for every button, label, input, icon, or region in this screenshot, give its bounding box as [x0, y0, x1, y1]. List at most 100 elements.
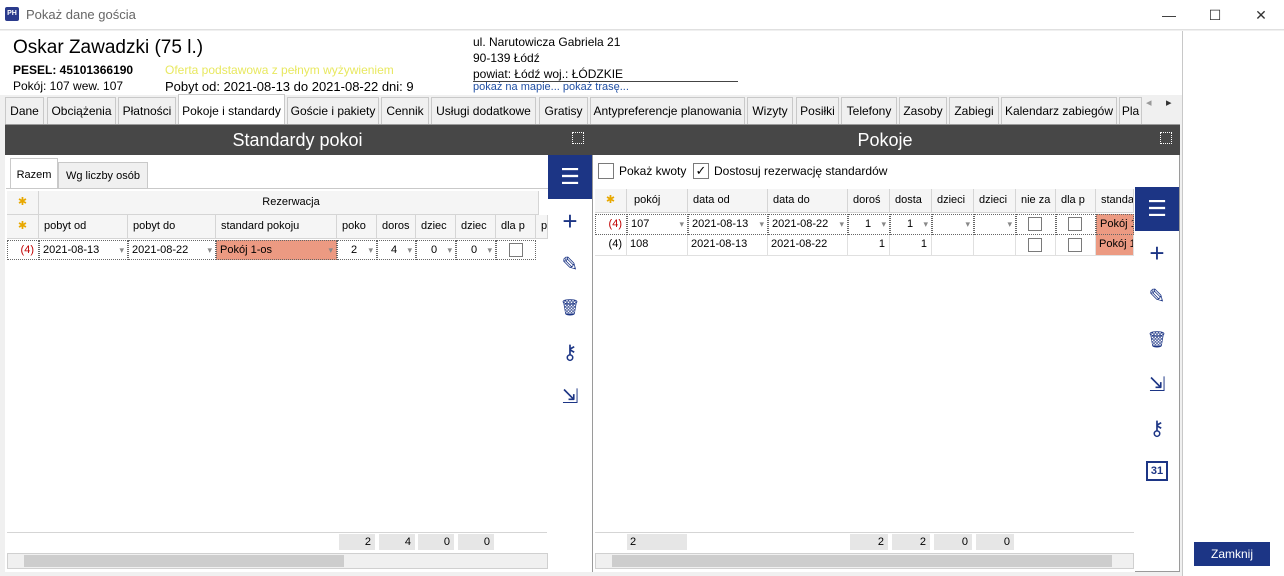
col-dzieci-2[interactable]: dziec [456, 215, 496, 239]
r1-data-od[interactable]: 2021-08-13 [688, 214, 768, 235]
calendar-icon[interactable]: 31 [1146, 461, 1168, 481]
right-edit-icon[interactable]: ✎ [1142, 285, 1172, 309]
dostosuj-checkbox[interactable]: ✓ [693, 163, 709, 179]
cell-dzieci-1-text: 0 [431, 244, 438, 256]
r1-dzieci-1[interactable] [932, 214, 974, 235]
col-dzieci-1[interactable]: dziec [416, 215, 456, 239]
tab-wizyty[interactable]: Wizyty [747, 97, 793, 124]
col-dla-p[interactable]: dla p [496, 215, 536, 239]
r1-dosta[interactable]: 1 [890, 214, 932, 235]
r2-nie-za-checkbox[interactable] [1028, 238, 1042, 252]
pokaz-kwoty-label: Pokaż kwoty [619, 164, 687, 178]
r2-data-od[interactable]: 2021-08-13 [688, 235, 768, 256]
tab-kalendarz-zabiegow[interactable]: Kalendarz zabiegów [1001, 97, 1117, 124]
cell-dzieci-1[interactable]: 0 [416, 240, 456, 260]
r2-pokoj-text: 108 [630, 238, 649, 250]
person-key-icon[interactable]: ⚷ [555, 341, 585, 365]
col-data-od[interactable]: data od [688, 189, 768, 213]
right-delete-icon[interactable]: 🗑 [1142, 329, 1172, 353]
col-data-do[interactable]: data do [768, 189, 848, 213]
tab-goscie-i-pakiety[interactable]: Goście i pakiety [287, 97, 379, 124]
tab-pla[interactable]: Pla [1119, 97, 1142, 124]
r2-dosta[interactable]: 1 [890, 235, 932, 256]
col-standard-pokoju[interactable]: standard pokoju [216, 215, 337, 239]
r2-dzieci-2[interactable] [974, 235, 1016, 256]
expand-left-icon[interactable] [572, 132, 584, 144]
tab-posilki[interactable]: Posiłki [796, 97, 839, 124]
r1-dla-p-checkbox[interactable] [1068, 217, 1082, 231]
r1-dzieci-2[interactable] [974, 214, 1016, 235]
tab-zabiegi[interactable]: Zabiegi [949, 97, 999, 124]
cell-dorosli[interactable]: 4 [377, 240, 416, 260]
tab-dane[interactable]: Dane [5, 97, 44, 124]
col-standard[interactable]: standa [1096, 189, 1134, 213]
col-pobyt-od[interactable]: pobyt od [39, 215, 128, 239]
pokaz-kwoty-checkbox[interactable] [598, 163, 614, 179]
cell-pobyt-do[interactable]: 2021-08-22 [128, 240, 216, 260]
tab-next-icon[interactable]: ▸ [1166, 96, 1172, 109]
minimize-button[interactable]: — [1146, 0, 1192, 30]
edit-icon[interactable]: ✎ [555, 253, 585, 277]
delete-icon[interactable]: 🗑 [555, 297, 585, 321]
add-icon[interactable]: + [555, 208, 585, 234]
r1-data-do[interactable]: 2021-08-22 [768, 214, 848, 235]
import-icon[interactable]: ⇲ [555, 385, 585, 409]
right-add-icon[interactable]: + [1142, 240, 1172, 266]
col-pobyt-do[interactable]: pobyt do [128, 215, 216, 239]
cell-standard-pokoju[interactable]: Pokój 1-os [216, 240, 337, 260]
right-menu-icon[interactable]: ☰ [1135, 187, 1179, 231]
col-p[interactable]: p [536, 215, 548, 239]
col-pokoj[interactable]: pokój [627, 189, 688, 213]
cell-pokoje[interactable]: 2 [337, 240, 377, 260]
tab-gratisy[interactable]: Gratisy [539, 97, 588, 124]
tab-pokoje-i-standardy[interactable]: Pokoje i standardy [178, 94, 285, 125]
cell-pobyt-od-text: 2021-08-13 [43, 244, 100, 256]
r1-pokoj[interactable]: 107 [627, 214, 688, 235]
map-links[interactable]: pokaż na mapie... pokaż trasę... [473, 81, 629, 93]
close-button[interactable]: Zamknij [1194, 542, 1270, 566]
col-pokoje[interactable]: poko [337, 215, 377, 239]
cell-dzieci-2[interactable]: 0 [456, 240, 496, 260]
tab-zasoby[interactable]: Zasoby [899, 97, 947, 124]
tab-antypreferencje[interactable]: Antypreferencje planowania [590, 97, 745, 124]
col-dosta[interactable]: dosta [890, 189, 932, 213]
right-import-icon[interactable]: ⇲ [1142, 373, 1172, 397]
checkbox-dla-p[interactable] [509, 243, 523, 257]
r2-standard[interactable]: Pokój 1 [1096, 235, 1134, 256]
total-pokoje: 2 [339, 534, 375, 550]
r2-pokoj[interactable]: 108 [627, 235, 688, 256]
expand-right-icon[interactable] [1160, 132, 1172, 144]
tab-prev-icon[interactable]: ◂ [1146, 96, 1152, 109]
pokoje-title: Pokoje [590, 125, 1180, 155]
right-hscroll-thumb[interactable] [612, 555, 1112, 567]
r2-dla-p-checkbox[interactable] [1068, 238, 1082, 252]
r1-standard[interactable]: Pokój 1 [1096, 214, 1134, 235]
r1-doros[interactable]: 1 [848, 214, 890, 235]
tab-obciazenia[interactable]: Obciążenia [47, 97, 116, 124]
maximize-button[interactable]: ☐ [1192, 0, 1238, 30]
app-icon: PH [5, 7, 19, 21]
col-r-dla-p[interactable]: dla p [1056, 189, 1096, 213]
right-person-key-icon[interactable]: ⚷ [1142, 417, 1172, 441]
subtab-razem[interactable]: Razem [10, 158, 58, 188]
tab-cennik[interactable]: Cennik [381, 97, 429, 124]
r2-data-do[interactable]: 2021-08-22 [768, 235, 848, 256]
col-r-dzieci-2[interactable]: dzieci [974, 189, 1016, 213]
cell-pobyt-od[interactable]: 2021-08-13 [39, 240, 128, 260]
left-menu-icon[interactable]: ☰ [548, 155, 592, 199]
left-hscroll-thumb[interactable] [24, 555, 344, 567]
close-window-button[interactable]: ✕ [1238, 0, 1284, 30]
r2-doros[interactable]: 1 [848, 235, 890, 256]
subtab-wg-liczby-osob[interactable]: Wg liczby osób [58, 162, 148, 188]
standardy-title-text: Standardy pokoi [232, 130, 363, 150]
r1-nie-za-checkbox[interactable] [1028, 217, 1042, 231]
r2-dzieci-1[interactable] [932, 235, 974, 256]
col-dorosli[interactable]: doros [377, 215, 416, 239]
tab-telefony[interactable]: Telefony [841, 97, 897, 124]
col-nie-za[interactable]: nie za [1016, 189, 1056, 213]
col-r-dzieci-1[interactable]: dzieci [932, 189, 974, 213]
tab-platnosci[interactable]: Płatności [118, 97, 176, 124]
guest-room: Pokój: 107 wew. 107 [13, 79, 124, 93]
tab-uslugi-dodatkowe[interactable]: Usługi dodatkowe [431, 97, 536, 124]
col-doros[interactable]: doroś [848, 189, 890, 213]
